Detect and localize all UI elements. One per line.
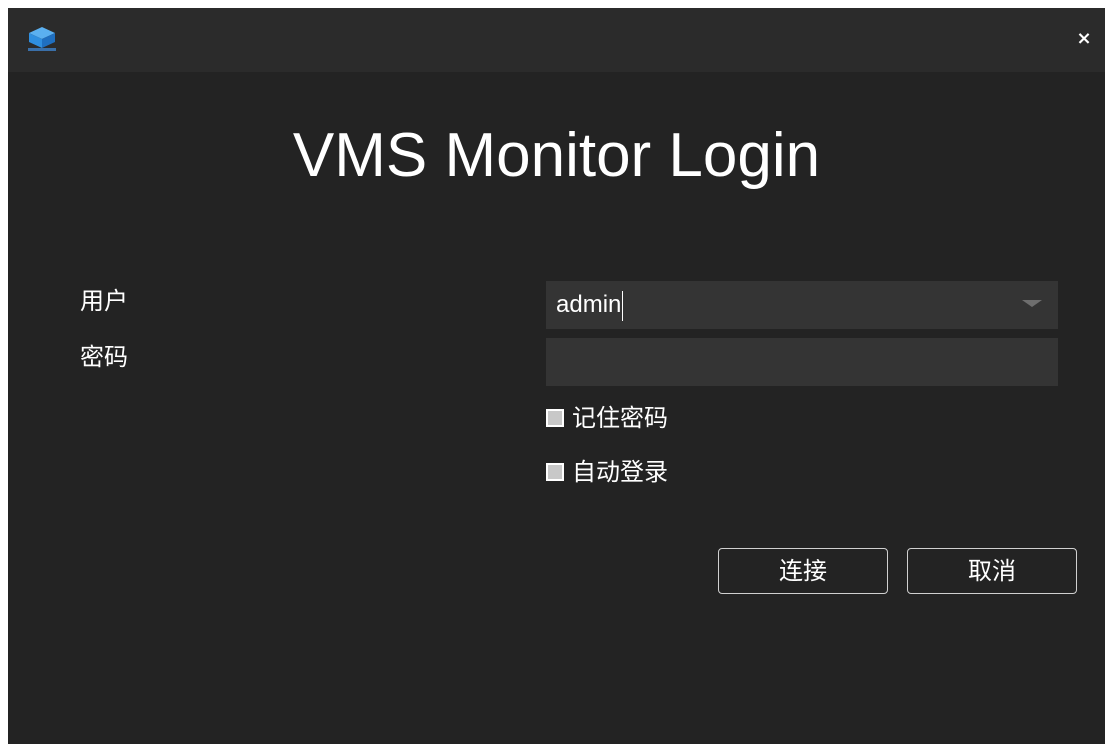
remember-password-checkbox[interactable] [546,409,564,427]
user-combobox[interactable]: admin [546,281,1058,329]
connect-button[interactable]: 连接 [718,548,888,594]
password-field[interactable] [546,338,1058,386]
auto-login-checkbox[interactable] [546,463,564,481]
password-label: 密码 [80,343,128,371]
user-value-text: admin [556,291,622,318]
auto-login-option[interactable]: 自动登录 [546,456,668,488]
user-label: 用户 [80,287,128,315]
cancel-button[interactable]: 取消 [907,548,1077,594]
cube-logo-icon [28,27,56,51]
text-caret [622,290,624,321]
page-title: VMS Monitor Login [292,121,821,190]
login-window: × VMS Monitor Login 用户 密码 admin 记住密码 自动登… [8,8,1105,744]
chevron-down-icon[interactable] [1022,300,1042,307]
auto-login-label[interactable]: 自动登录 [572,456,668,488]
remember-password-option[interactable]: 记住密码 [546,402,668,434]
user-input[interactable]: admin [556,281,624,329]
close-button[interactable]: × [1073,28,1095,50]
remember-password-label[interactable]: 记住密码 [572,402,668,434]
title-bar[interactable]: × [8,8,1105,72]
